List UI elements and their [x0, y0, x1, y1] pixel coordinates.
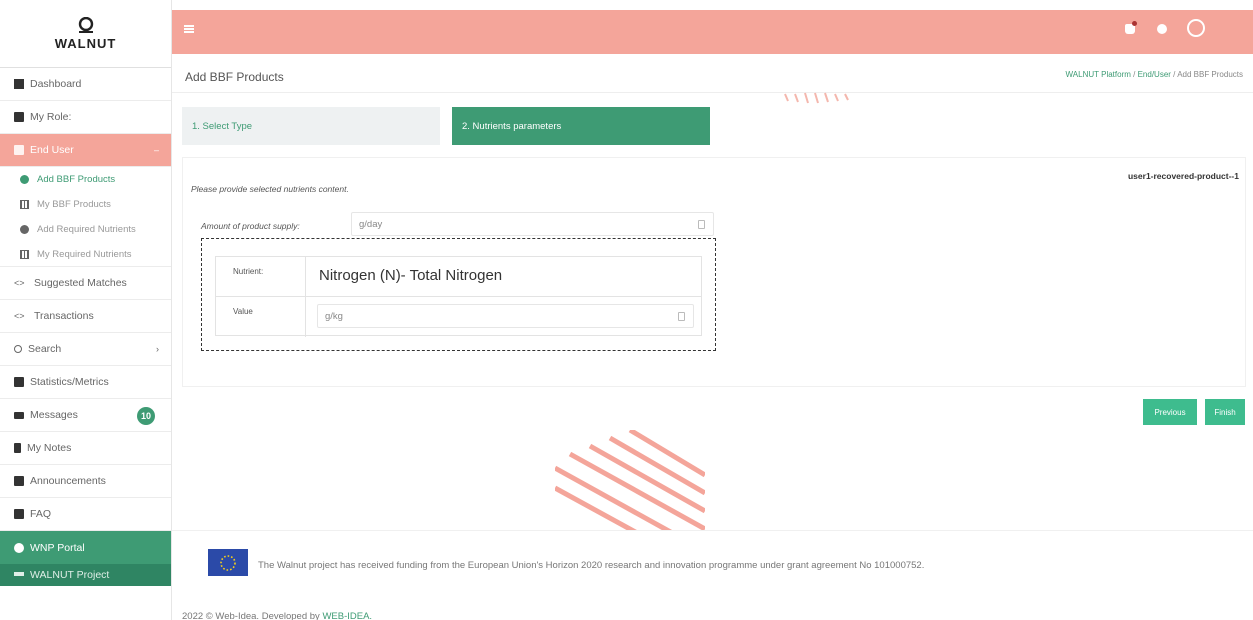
code-icon: <>	[14, 278, 25, 288]
sidebar-subitem-my-required-nutrients[interactable]: My Required Nutrients	[0, 242, 171, 267]
decorative-stripes	[784, 92, 849, 104]
sidebar-item-label: Transactions	[34, 310, 94, 322]
bookmark-icon	[14, 443, 21, 453]
sidebar-subitem-add-bbf-products[interactable]: Add BBF Products	[0, 167, 171, 192]
nutrients-form-card: user1-recovered-product--1 Please provid…	[182, 157, 1246, 387]
messages-count-badge: 10	[137, 407, 155, 425]
sidebar-item-search[interactable]: Search ›	[0, 333, 171, 366]
table-row: Value g/kg	[216, 297, 701, 337]
nutrient-group: Nutrient: Nitrogen (N)- Total Nitrogen V…	[201, 238, 716, 351]
header-divider	[172, 92, 1253, 93]
breadcrumb-current: Add BBF Products	[1177, 70, 1243, 79]
sidebar-item-label: Statistics/Metrics	[30, 376, 109, 388]
sidebar-item-label: FAQ	[30, 508, 52, 520]
user-group-icon	[14, 145, 24, 155]
globe-icon	[14, 542, 24, 553]
sidebar-subitem-my-bbf-products[interactable]: My BBF Products	[0, 192, 171, 217]
sidebar-item-end-user[interactable]: End User –	[0, 134, 171, 167]
developer-link[interactable]: WEB-IDEA.	[322, 611, 372, 620]
form-instruction: Please provide selected nutrients conten…	[191, 184, 349, 194]
supply-input[interactable]: g/day	[351, 212, 714, 236]
finish-button[interactable]: Finish	[1205, 399, 1245, 425]
plus-circle-icon	[20, 225, 29, 234]
copyright-text: 2022 © Web-Idea. Developed by	[182, 611, 320, 620]
sidebar-item-messages[interactable]: Messages 10	[0, 399, 171, 432]
walnut-logo-icon	[78, 16, 93, 33]
chart-icon	[14, 377, 24, 387]
sidebar-item-my-notes[interactable]: My Notes	[0, 432, 171, 465]
product-id-label: user1-recovered-product--1	[1127, 171, 1239, 181]
link-icon	[14, 572, 24, 576]
plus-circle-icon	[20, 175, 29, 184]
page-title: Add BBF Products	[185, 70, 284, 84]
sidebar-item-announcements[interactable]: Announcements	[0, 465, 171, 498]
nutrient-label: Nutrient:	[216, 257, 306, 297]
eu-flag-icon	[208, 549, 248, 576]
sidebar-subitem-add-required-nutrients[interactable]: Add Required Nutrients	[0, 217, 171, 242]
sidebar-subitem-label: My Required Nutrients	[37, 248, 132, 260]
sidebar-subitem-label: Add Required Nutrients	[37, 224, 136, 235]
table-icon	[20, 200, 29, 209]
logo-text: WALNUT	[54, 35, 117, 51]
sidebar-item-label: Announcements	[30, 475, 106, 487]
top-navbar	[172, 10, 1253, 54]
sidebar-item-walnut-project[interactable]: WALNUT Project	[0, 564, 171, 586]
sidebar-item-label: My Notes	[27, 442, 72, 454]
notification-bell-icon[interactable]	[1125, 21, 1137, 34]
sidebar-item-statistics[interactable]: Statistics/Metrics	[0, 366, 171, 399]
table-icon	[20, 249, 29, 259]
user-profile-icon[interactable]	[1187, 19, 1205, 37]
step-select-type[interactable]: 1. Select Type	[182, 107, 440, 145]
table-row: Nutrient: Nitrogen (N)- Total Nitrogen	[216, 257, 701, 297]
code-icon: <>	[14, 311, 25, 321]
logo[interactable]: WALNUT	[0, 0, 171, 68]
previous-button[interactable]: Previous	[1143, 399, 1197, 425]
step-nutrients-parameters[interactable]: 2. Nutrients parameters	[452, 107, 710, 145]
footer-divider	[172, 530, 1253, 531]
sidebar-item-label: WNP Portal	[30, 541, 85, 554]
copyright: 2022 © Web-Idea. Developed by WEB-IDEA.	[182, 611, 372, 620]
sidebar-subitem-label: Add BBF Products	[37, 174, 116, 185]
chevron-right-icon: ›	[156, 344, 159, 354]
decorative-stripes	[555, 430, 705, 530]
sidebar-item-wnp-portal[interactable]: WNP Portal	[0, 531, 171, 564]
funding-text: The Walnut project has received funding …	[258, 560, 925, 571]
grid-icon	[14, 79, 24, 89]
sidebar-item-label: Suggested Matches	[34, 277, 127, 289]
breadcrumb-link-platform[interactable]: WALNUT Platform	[1066, 70, 1131, 79]
sidebar-item-transactions[interactable]: <> Transactions	[0, 300, 171, 333]
nutrient-name: Nitrogen (N)- Total Nitrogen	[319, 267, 503, 284]
value-label: Value	[216, 297, 306, 337]
sidebar: WALNUT Dashboard My Role: End User – Add…	[0, 0, 172, 620]
eu-stars-icon	[220, 554, 236, 571]
sidebar-item-suggested-matches[interactable]: <> Suggested Matches	[0, 267, 171, 300]
role-icon	[14, 112, 24, 122]
mail-icon	[14, 411, 24, 419]
chevron-down-icon: –	[153, 145, 159, 155]
supply-input-placeholder: g/day	[359, 219, 383, 230]
announcement-icon	[14, 476, 24, 486]
menu-toggle-icon[interactable]	[184, 25, 194, 33]
sidebar-item-faq[interactable]: FAQ	[0, 498, 171, 531]
sidebar-item-label: Search	[28, 343, 62, 355]
sidebar-subitem-label: My BBF Products	[37, 199, 111, 210]
sidebar-item-label: Messages	[30, 409, 78, 421]
sidebar-item-label: My Role:	[30, 111, 72, 123]
sidebar-item-label: WALNUT Project	[30, 569, 110, 581]
breadcrumb-link-end-user[interactable]: End/User	[1138, 70, 1171, 79]
nutrient-table: Nutrient: Nitrogen (N)- Total Nitrogen V…	[215, 256, 702, 337]
sidebar-item-label: End User	[30, 144, 74, 156]
value-input-placeholder: g/kg	[325, 311, 343, 322]
number-spinner-icon[interactable]	[698, 220, 705, 229]
sidebar-item-my-role[interactable]: My Role:	[0, 101, 171, 134]
sidebar-item-dashboard[interactable]: Dashboard	[0, 68, 171, 101]
number-spinner-icon[interactable]	[678, 312, 685, 321]
search-icon	[14, 345, 22, 353]
book-icon	[14, 509, 24, 519]
help-icon[interactable]	[1157, 24, 1167, 34]
supply-label: Amount of product supply:	[201, 221, 300, 231]
value-input[interactable]: g/kg	[317, 304, 694, 328]
sidebar-item-label: Dashboard	[30, 78, 82, 90]
breadcrumb: WALNUT Platform / End/User / Add BBF Pro…	[1066, 70, 1243, 79]
